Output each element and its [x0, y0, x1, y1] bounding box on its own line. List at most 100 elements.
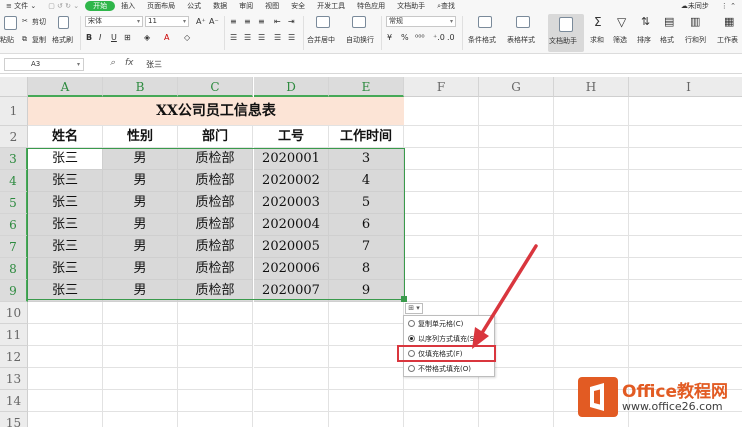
- copy-icon[interactable]: ⧉: [22, 35, 27, 44]
- row-header-4[interactable]: 4: [0, 170, 28, 192]
- cell-g15[interactable]: [479, 412, 554, 427]
- row-header-5[interactable]: 5: [0, 192, 28, 214]
- data-cell[interactable]: 2020004: [254, 214, 329, 236]
- tab-doc-helper[interactable]: 文档助手: [391, 0, 431, 12]
- sync-status[interactable]: ☁未同步: [675, 0, 715, 12]
- cell-h11[interactable]: [554, 324, 629, 346]
- column-header-a[interactable]: A: [28, 77, 103, 97]
- worksheet-button[interactable]: 工作表: [717, 35, 738, 45]
- column-title-cell[interactable]: 工作时间: [329, 126, 404, 148]
- row-header-14[interactable]: 14: [0, 390, 28, 412]
- column-title-cell[interactable]: 工号: [254, 126, 329, 148]
- table-style-button[interactable]: 表格样式: [507, 35, 535, 45]
- data-cell[interactable]: 6: [329, 214, 404, 236]
- data-cell[interactable]: 2020006: [254, 258, 329, 280]
- cell-c11[interactable]: [178, 324, 253, 346]
- menu-file[interactable]: ≡ 文件 ⌄: [0, 0, 42, 12]
- cell-a15[interactable]: [28, 412, 103, 427]
- cell-h3[interactable]: [554, 148, 629, 170]
- data-cell[interactable]: 质检部: [178, 192, 253, 214]
- column-header-f[interactable]: F: [404, 77, 479, 97]
- merge-center-button[interactable]: 合并居中: [307, 35, 335, 45]
- row-header-13[interactable]: 13: [0, 368, 28, 390]
- cell-i1[interactable]: [629, 97, 742, 126]
- cell-h4[interactable]: [554, 170, 629, 192]
- cell-h5[interactable]: [554, 192, 629, 214]
- row-header-2[interactable]: 2: [0, 126, 28, 148]
- fill-handle[interactable]: [401, 296, 407, 302]
- sum-icon[interactable]: Σ: [594, 16, 602, 28]
- font-size-select[interactable]: 11 ▾: [145, 16, 189, 27]
- font-shrink-icon[interactable]: A⁻: [209, 17, 219, 27]
- align-right-icon[interactable]: ☰: [258, 33, 265, 43]
- fx-icon[interactable]: fx: [125, 58, 134, 68]
- row-header-1[interactable]: 1: [0, 97, 28, 126]
- zoom-icon[interactable]: ⌕: [110, 58, 115, 68]
- font-name-select[interactable]: 宋体 ▾: [85, 16, 143, 27]
- data-cell[interactable]: 2020002: [254, 170, 329, 192]
- cell-g7[interactable]: [479, 236, 554, 258]
- autofill-option-fill-without-formatting[interactable]: 不带格式填充(O): [408, 363, 494, 376]
- cell-c15[interactable]: [178, 412, 253, 427]
- sum-button[interactable]: 求和: [590, 35, 604, 45]
- cell-i7[interactable]: [629, 236, 742, 258]
- align-top-icon[interactable]: ≡: [230, 17, 237, 27]
- cell-b14[interactable]: [103, 390, 178, 412]
- row-col-button[interactable]: 行和列: [685, 35, 706, 45]
- data-cell[interactable]: 5: [329, 192, 404, 214]
- data-cell[interactable]: 男: [103, 258, 178, 280]
- data-cell[interactable]: 男: [103, 214, 178, 236]
- tab-special-apps[interactable]: 特色应用: [351, 0, 391, 12]
- cell-h12[interactable]: [554, 346, 629, 368]
- row-header-11[interactable]: 11: [0, 324, 28, 346]
- format-icon[interactable]: ▤: [664, 16, 674, 27]
- cell-d13[interactable]: [254, 368, 329, 390]
- cell-c10[interactable]: [178, 302, 253, 324]
- data-cell[interactable]: 9: [329, 280, 404, 302]
- paste-button[interactable]: 粘贴: [0, 35, 14, 45]
- cell-g6[interactable]: [479, 214, 554, 236]
- cell-a12[interactable]: [28, 346, 103, 368]
- font-grow-icon[interactable]: A⁺: [196, 17, 206, 27]
- filter-button[interactable]: 筛选: [613, 35, 627, 45]
- indent-increase-icon[interactable]: ⇥: [288, 17, 295, 27]
- align-center-icon[interactable]: ☰: [244, 33, 251, 43]
- data-cell[interactable]: 男: [103, 280, 178, 302]
- cell-f1[interactable]: [404, 97, 479, 126]
- cell-b15[interactable]: [103, 412, 178, 427]
- tab-insert[interactable]: 插入: [115, 0, 141, 12]
- wrap-text-icon[interactable]: [352, 16, 366, 28]
- number-format-select[interactable]: 常规 ▾: [386, 16, 456, 27]
- data-cell[interactable]: 张三: [28, 170, 103, 192]
- cell-d12[interactable]: [254, 346, 329, 368]
- cell-i5[interactable]: [629, 192, 742, 214]
- data-cell[interactable]: 4: [329, 170, 404, 192]
- column-title-cell[interactable]: 姓名: [28, 126, 103, 148]
- cell-i12[interactable]: [629, 346, 742, 368]
- cell-g9[interactable]: [479, 280, 554, 302]
- data-cell[interactable]: 张三: [28, 214, 103, 236]
- data-cell[interactable]: 2020007: [254, 280, 329, 302]
- formula-input[interactable]: 张三: [146, 59, 162, 70]
- tab-view[interactable]: 视图: [259, 0, 285, 12]
- data-cell[interactable]: 张三: [28, 258, 103, 280]
- data-cell[interactable]: 质检部: [178, 236, 253, 258]
- row-header-9[interactable]: 9: [0, 280, 28, 302]
- data-cell[interactable]: 张三: [28, 280, 103, 302]
- cell-e10[interactable]: [329, 302, 404, 324]
- cell-h7[interactable]: [554, 236, 629, 258]
- more-icons[interactable]: ⋮ ⌃: [715, 0, 742, 12]
- tab-home[interactable]: 开始: [85, 1, 116, 11]
- cell-g2[interactable]: [479, 126, 554, 148]
- cell-a14[interactable]: [28, 390, 103, 412]
- cell-h1[interactable]: [554, 97, 629, 126]
- align-bottom-icon[interactable]: ≡: [258, 17, 265, 27]
- cell-d15[interactable]: [254, 412, 329, 427]
- sort-icon[interactable]: ⇅: [641, 16, 650, 27]
- doc-helper-button[interactable]: 文档助手: [548, 14, 584, 52]
- fill-color-icon[interactable]: ◈: [144, 33, 150, 43]
- justify-icon[interactable]: ☰: [274, 33, 281, 43]
- cell-g1[interactable]: [479, 97, 554, 126]
- cell-b12[interactable]: [103, 346, 178, 368]
- conditional-format-button[interactable]: 条件格式: [468, 35, 496, 45]
